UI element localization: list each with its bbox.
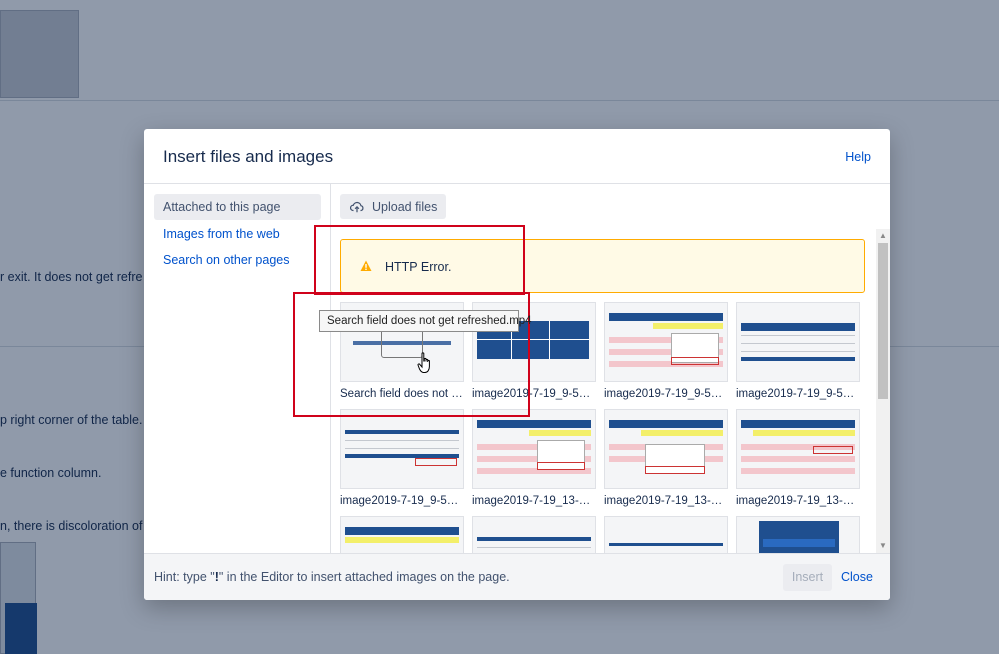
upload-files-button[interactable]: Upload files: [340, 194, 446, 219]
image-thumbnail: [736, 409, 860, 489]
attachment-card[interactable]: image2019-7-19_13-27-...: [472, 409, 596, 507]
sidebar-item-attached[interactable]: Attached to this page: [154, 194, 321, 220]
image-thumbnail: [472, 409, 596, 489]
dialog-title: Insert files and images: [163, 147, 334, 166]
attachment-card[interactable]: [340, 516, 464, 553]
scrollbar[interactable]: ▲ ▼: [876, 229, 890, 553]
scroll-down-icon[interactable]: ▼: [879, 542, 887, 550]
attachment-card[interactable]: [604, 516, 728, 553]
annotation-highlight: [314, 225, 525, 295]
insert-button[interactable]: Insert: [783, 564, 832, 591]
image-thumbnail: [604, 516, 728, 553]
attachment-card[interactable]: image2019-7-19_13-28-...: [604, 409, 728, 507]
image-thumbnail: [604, 302, 728, 382]
sidebar-item-web-images[interactable]: Images from the web: [154, 221, 321, 247]
attachment-name: image2019-7-19_13-28-...: [604, 495, 728, 507]
upload-files-label: Upload files: [372, 199, 438, 214]
image-thumbnail: [604, 409, 728, 489]
image-thumbnail: [736, 302, 860, 382]
attachment-card[interactable]: image2019-7-19_13-32-...: [736, 409, 860, 507]
dialog-header: Insert files and images Help: [144, 129, 890, 184]
tooltip: Search field does not get refreshed.mp4: [319, 310, 532, 332]
image-thumbnail: [736, 516, 860, 553]
image-thumbnail: [340, 516, 464, 553]
scrollbar-thumb[interactable]: [878, 243, 888, 399]
attachment-card[interactable]: image2019-7-19_9-59-1...: [340, 409, 464, 507]
attachment-name: image2019-7-19_9-57-3...: [604, 388, 728, 400]
scroll-up-icon[interactable]: ▲: [879, 232, 887, 240]
dialog-footer: Hint: type "!" in the Editor to insert a…: [144, 553, 890, 600]
close-button[interactable]: Close: [841, 570, 873, 584]
cloud-upload-icon: [350, 201, 364, 212]
attachment-card[interactable]: [736, 516, 860, 553]
attachment-name: image2019-7-19_9-58-2...: [736, 388, 860, 400]
hand-cursor-icon: [417, 352, 430, 373]
image-thumbnail: [340, 409, 464, 489]
attachment-card[interactable]: image2019-7-19_9-57-3...: [604, 302, 728, 400]
attachment-card[interactable]: [472, 516, 596, 553]
help-link[interactable]: Help: [845, 150, 871, 164]
hint-text: Hint: type "!" in the Editor to insert a…: [154, 570, 510, 584]
attachment-name: image2019-7-19_13-32-...: [736, 495, 860, 507]
attachment-name: image2019-7-19_9-59-1...: [340, 495, 464, 507]
image-thumbnail: [472, 516, 596, 553]
sidebar-item-other-pages[interactable]: Search on other pages: [154, 247, 321, 273]
attachment-card[interactable]: image2019-7-19_9-58-2...: [736, 302, 860, 400]
attachment-name: image2019-7-19_13-27-...: [472, 495, 596, 507]
